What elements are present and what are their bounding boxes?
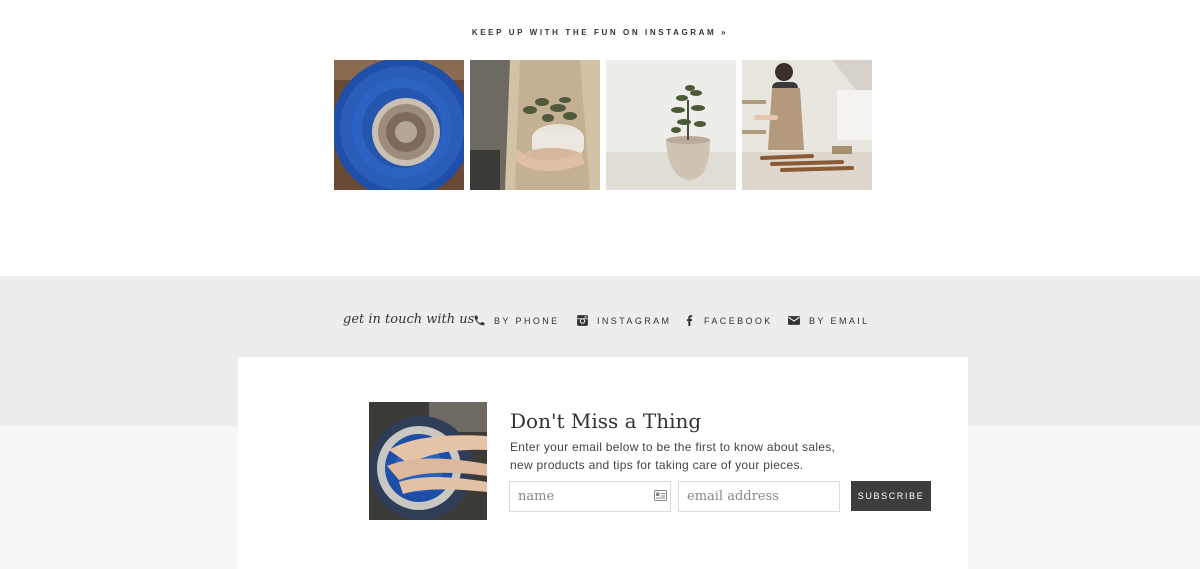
contact-email-label: BY EMAIL: [809, 315, 870, 326]
instagram-photo-grid: [334, 60, 872, 190]
contact-instagram-link[interactable]: INSTAGRAM: [576, 314, 671, 327]
phone-icon: [474, 315, 485, 326]
contact-phone-label: BY PHONE: [494, 315, 560, 326]
contact-row: get in touch with us BY PHONE INSTAGRAM …: [0, 311, 1200, 331]
potted-succulent-photo[interactable]: [606, 60, 736, 190]
name-field[interactable]: [509, 481, 671, 512]
contact-label: get in touch with us: [343, 312, 475, 327]
contact-facebook-label: FACEBOOK: [704, 315, 773, 326]
pottery-wheel-bowl-photo[interactable]: [334, 60, 464, 190]
hands-holding-plant-pot-photo[interactable]: [470, 60, 600, 190]
envelope-icon: [788, 316, 800, 325]
instagram-icon: [577, 315, 588, 326]
contact-phone-link[interactable]: BY PHONE: [473, 314, 560, 327]
facebook-icon: [686, 315, 693, 326]
instagram-follow-link[interactable]: KEEP UP WITH THE FUN ON INSTAGRAM »: [0, 28, 1200, 37]
email-field[interactable]: [678, 481, 840, 512]
subscribe-button[interactable]: SUBSCRIBE: [851, 481, 931, 511]
contact-card-icon: [654, 490, 667, 501]
newsletter-card: Don't Miss a Thing Enter your email belo…: [238, 357, 968, 569]
newsletter-title: Don't Miss a Thing: [510, 409, 702, 433]
potter-in-studio-photo[interactable]: [742, 60, 872, 190]
contact-instagram-label: INSTAGRAM: [597, 315, 672, 326]
contact-facebook-link[interactable]: FACEBOOK: [683, 314, 773, 327]
hands-on-pottery-wheel-photo: [369, 402, 487, 520]
newsletter-description: Enter your email below to be the first t…: [510, 440, 836, 472]
contact-email-link[interactable]: BY EMAIL: [787, 314, 870, 327]
